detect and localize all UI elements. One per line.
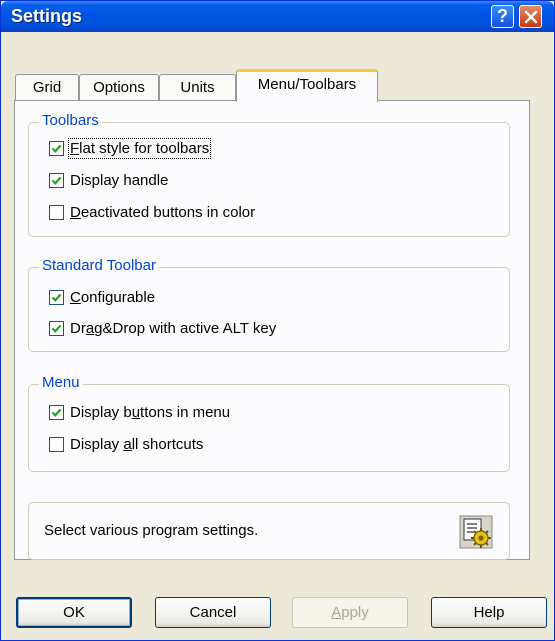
close-icon [524, 10, 537, 23]
standard-toolbar-group: Standard Toolbar Configurable Drag&Drop … [28, 257, 510, 352]
tab-menu-toolbars[interactable]: Menu/Toolbars [236, 69, 378, 102]
settings-dialog: Settings ? Grid Options Units Menu/Toolb… [0, 0, 555, 641]
checkbox-label: Display all shortcuts [70, 435, 204, 453]
button-label: Apply [331, 604, 369, 621]
checkbox[interactable] [49, 204, 64, 220]
checkmark-icon [51, 176, 62, 185]
toolbars-group: Toolbars Flat style for toolbars Display… [28, 112, 510, 237]
flat-style-checkbox[interactable]: Flat style for toolbars [49, 137, 212, 159]
apply-button[interactable]: Apply [292, 597, 408, 628]
tab-units[interactable]: Units [159, 74, 236, 100]
info-box: Select various program settings. [28, 502, 510, 560]
checkbox[interactable] [49, 320, 64, 336]
help-title-button[interactable]: ? [491, 5, 514, 28]
menu-group: Menu Display buttons in menu Display all… [28, 374, 510, 472]
checkbox-label: Drag&Drop with active ALT key [70, 319, 277, 337]
button-label: OK [63, 604, 85, 621]
group-title: Toolbars [39, 112, 102, 129]
window-title: Settings [11, 6, 83, 26]
checkbox[interactable] [49, 140, 64, 156]
title-bar[interactable]: Settings ? [1, 1, 554, 32]
help-button[interactable]: Help [431, 597, 547, 628]
tab-label: Units [180, 79, 215, 96]
info-text: Select various program settings. [44, 522, 259, 539]
display-all-shortcuts-checkbox[interactable]: Display all shortcuts [49, 434, 203, 454]
checkbox-label: Deactivated buttons in color [70, 203, 256, 221]
group-title: Menu [39, 374, 83, 391]
tab-options[interactable]: Options [79, 74, 159, 100]
deactivated-buttons-checkbox[interactable]: Deactivated buttons in color [49, 202, 255, 222]
settings-gear-icon [459, 515, 493, 549]
checkbox-label: Flat style for toolbars [67, 137, 212, 159]
checkbox[interactable] [49, 172, 64, 188]
configurable-checkbox[interactable]: Configurable [49, 287, 155, 307]
question-icon: ? [497, 6, 508, 26]
checkmark-icon [51, 293, 62, 302]
display-buttons-in-menu-checkbox[interactable]: Display buttons in menu [49, 402, 230, 422]
checkbox-label: Display buttons in menu [70, 403, 231, 421]
display-handle-checkbox[interactable]: Display handle [49, 170, 168, 190]
close-button[interactable] [519, 5, 542, 28]
checkmark-icon [51, 324, 62, 333]
tab-label: Options [93, 79, 145, 96]
ok-button[interactable]: OK [16, 597, 132, 628]
checkmark-icon [51, 144, 62, 153]
checkbox-label: Display handle [70, 171, 169, 189]
cancel-button[interactable]: Cancel [155, 597, 271, 628]
tab-label: Grid [32, 79, 62, 96]
checkmark-icon [51, 408, 62, 417]
button-label: Cancel [189, 604, 237, 621]
button-label: Help [473, 604, 505, 621]
checkbox[interactable] [49, 404, 64, 420]
checkbox-label: Configurable [70, 288, 156, 306]
tab-grid[interactable]: Grid [15, 74, 79, 100]
group-title: Standard Toolbar [39, 257, 159, 274]
checkbox[interactable] [49, 436, 64, 452]
tab-label: Menu/Toolbars [257, 76, 357, 93]
drag-drop-alt-checkbox[interactable]: Drag&Drop with active ALT key [49, 318, 276, 338]
checkbox[interactable] [49, 289, 64, 305]
